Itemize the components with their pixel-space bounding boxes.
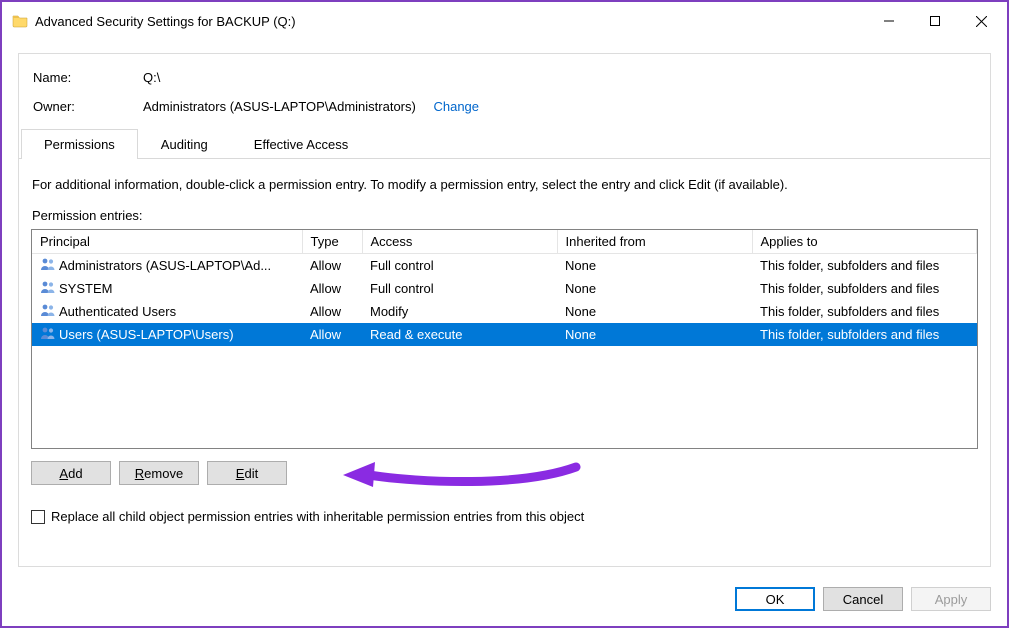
entry-buttons: Add Remove Edit xyxy=(31,461,980,485)
replace-checkbox-row: Replace all child object permission entr… xyxy=(31,509,980,524)
col-inherited[interactable]: Inherited from xyxy=(557,230,752,254)
col-applies[interactable]: Applies to xyxy=(752,230,977,254)
cell-access: Full control xyxy=(362,277,557,300)
cell-type: Allow xyxy=(302,300,362,323)
remove-button[interactable]: Remove xyxy=(119,461,199,485)
cell-inherited: None xyxy=(557,277,752,300)
col-principal[interactable]: Principal xyxy=(32,230,302,254)
group-icon xyxy=(40,280,56,297)
tab-effective-access[interactable]: Effective Access xyxy=(231,129,371,159)
name-value: Q:\ xyxy=(143,70,160,85)
cell-inherited: None xyxy=(557,323,752,346)
cell-inherited: None xyxy=(557,254,752,278)
maximize-button[interactable] xyxy=(912,5,958,37)
tab-permissions[interactable]: Permissions xyxy=(21,129,138,159)
cancel-button[interactable]: Cancel xyxy=(823,587,903,611)
tab-auditing[interactable]: Auditing xyxy=(138,129,231,159)
group-icon xyxy=(40,257,56,274)
cell-access: Read & execute xyxy=(362,323,557,346)
owner-value: Administrators (ASUS-LAPTOP\Administrato… xyxy=(143,99,479,114)
close-button[interactable] xyxy=(958,5,1004,37)
cell-principal: Users (ASUS-LAPTOP\Users) xyxy=(59,327,234,342)
cell-principal: SYSTEM xyxy=(59,281,112,296)
owner-text: Administrators (ASUS-LAPTOP\Administrato… xyxy=(143,99,416,114)
col-type[interactable]: Type xyxy=(302,230,362,254)
entries-label: Permission entries: xyxy=(32,208,980,223)
add-button[interactable]: Add xyxy=(31,461,111,485)
cell-inherited: None xyxy=(557,300,752,323)
change-owner-link[interactable]: Change xyxy=(433,99,479,114)
window-title: Advanced Security Settings for BACKUP (Q… xyxy=(35,14,296,29)
replace-checkbox-label[interactable]: Replace all child object permission entr… xyxy=(51,509,584,524)
table-row[interactable]: Authenticated Users AllowModifyNoneThis f… xyxy=(32,300,977,323)
cell-principal: Administrators (ASUS-LAPTOP\Ad... xyxy=(59,258,271,273)
cell-access: Full control xyxy=(362,254,557,278)
folder-icon xyxy=(12,13,28,29)
apply-button[interactable]: Apply xyxy=(911,587,991,611)
col-access[interactable]: Access xyxy=(362,230,557,254)
instructions-text: For additional information, double-click… xyxy=(32,177,980,192)
table-row[interactable]: Administrators (ASUS-LAPTOP\Ad... AllowFu… xyxy=(32,254,977,278)
replace-checkbox[interactable] xyxy=(31,510,45,524)
cell-access: Modify xyxy=(362,300,557,323)
group-icon xyxy=(40,303,56,320)
cell-applies: This folder, subfolders and files xyxy=(752,254,977,278)
window-controls xyxy=(866,5,1004,37)
annotation-arrow-icon xyxy=(341,457,581,497)
table-row[interactable]: Users (ASUS-LAPTOP\Users) AllowRead & exe… xyxy=(32,323,977,346)
minimize-button[interactable] xyxy=(866,5,912,37)
cell-type: Allow xyxy=(302,323,362,346)
ok-button[interactable]: OK xyxy=(735,587,815,611)
cell-applies: This folder, subfolders and files xyxy=(752,300,977,323)
cell-principal: Authenticated Users xyxy=(59,304,176,319)
cell-type: Allow xyxy=(302,277,362,300)
content-panel: Name: Q:\ Owner: Administrators (ASUS-LA… xyxy=(18,53,991,567)
dialog-footer: OK Cancel Apply xyxy=(735,587,991,611)
cell-applies: This folder, subfolders and files xyxy=(752,323,977,346)
permission-table[interactable]: Principal Type Access Inherited from App… xyxy=(31,229,978,449)
table-row[interactable]: SYSTEM AllowFull controlNoneThis folder, … xyxy=(32,277,977,300)
cell-applies: This folder, subfolders and files xyxy=(752,277,977,300)
name-label: Name: xyxy=(33,70,143,85)
titlebar: Advanced Security Settings for BACKUP (Q… xyxy=(5,5,1004,37)
group-icon xyxy=(40,326,56,343)
tab-strip: Permissions Auditing Effective Access xyxy=(19,128,990,159)
cell-type: Allow xyxy=(302,254,362,278)
edit-button[interactable]: Edit xyxy=(207,461,287,485)
owner-label: Owner: xyxy=(33,99,143,114)
